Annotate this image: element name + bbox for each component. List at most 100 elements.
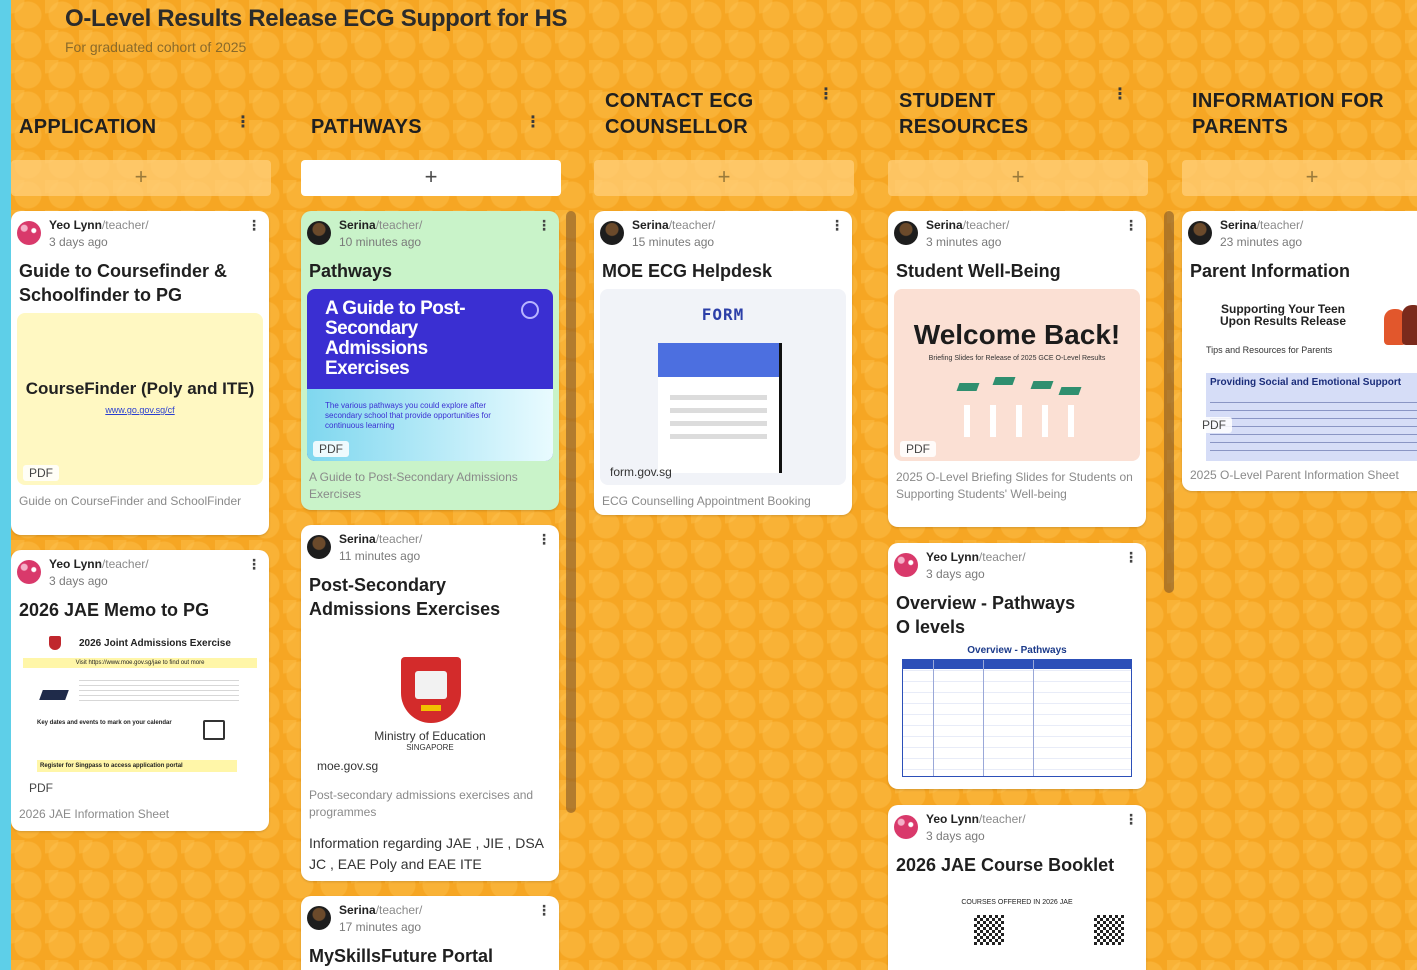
attachment-preview[interactable]: Overview - Pathways — [894, 643, 1140, 783]
add-post-button[interactable]: + — [594, 160, 854, 196]
file-type-badge: PDF — [23, 780, 59, 796]
post-card[interactable]: Serina/teacher/ 17 minutes ago ⋮ MySkill… — [301, 896, 559, 970]
author-role: /teacher/ — [978, 550, 1026, 564]
preview-title: A Guide to Post-Secondary Admissions Exe… — [325, 298, 466, 379]
attachment-preview[interactable]: COURSES OFFERED IN 2026 JAE — [894, 883, 1140, 970]
post-card[interactable]: Yeo Lynn/teacher/ 3 days ago ⋮ 2026 JAE … — [888, 805, 1146, 970]
post-card[interactable]: Serina/teacher/ 15 minutes ago ⋮ MOE ECG… — [594, 211, 852, 515]
card-title: Post-Secondary Admissions Exercises — [309, 575, 501, 619]
card-menu-icon[interactable]: ⋮ — [1124, 217, 1138, 234]
post-card[interactable]: Serina/teacher/ 11 minutes ago ⋮ Post-Se… — [301, 525, 559, 881]
add-post-button[interactable]: + — [888, 160, 1148, 196]
author-name: Serina — [926, 218, 963, 232]
card-menu-icon[interactable]: ⋮ — [537, 217, 551, 234]
attachment-preview[interactable]: 2026 Joint Admissions Exercise Visit htt… — [17, 628, 263, 800]
column-menu-icon[interactable]: ⋮ — [235, 112, 251, 132]
card-menu-icon[interactable]: ⋮ — [830, 217, 844, 234]
preview-subtitle: Briefing Slides for Release of 2025 GCE … — [928, 355, 1106, 362]
card-header: Serina/teacher/ 11 minutes ago ⋮ — [301, 525, 559, 569]
card-menu-icon[interactable]: ⋮ — [537, 902, 551, 919]
card-menu-icon[interactable]: ⋮ — [1124, 549, 1138, 566]
author-name: Yeo Lynn — [926, 812, 979, 826]
form-logo: FORM — [701, 305, 745, 324]
avatar — [894, 221, 918, 245]
column-menu-icon[interactable]: ⋮ — [1112, 84, 1128, 104]
preview-subtitle: The various pathways you could explore a… — [325, 401, 491, 430]
add-post-button[interactable]: + — [11, 160, 271, 196]
card-body-text: Information regarding JAE , JIE , DSA JC… — [309, 835, 544, 872]
author-role: /teacher/ — [375, 532, 423, 546]
column-menu-icon[interactable]: ⋮ — [818, 84, 834, 104]
attachment-preview[interactable]: A Guide to Post-Secondary Admissions Exe… — [307, 289, 553, 461]
author-line: Yeo Lynn/teacher/ — [926, 812, 1026, 826]
preview-org: Ministry of Education — [374, 729, 486, 743]
author-line: Serina/teacher/ — [1220, 218, 1303, 232]
author-line: Yeo Lynn/teacher/ — [49, 218, 149, 232]
preview-title: Supporting Your Teen Upon Results Releas… — [1219, 302, 1347, 328]
post-card[interactable]: Yeo Lynn/teacher/ 3 days ago ⋮ 2026 JAE … — [11, 550, 269, 831]
author-line: Serina/teacher/ — [339, 532, 422, 546]
link-preview[interactable]: Ministry of Education SINGAPORE moe.gov.… — [307, 627, 553, 779]
post-card[interactable]: Yeo Lynn/teacher/ 3 days ago ⋮ Guide to … — [11, 211, 269, 535]
post-card[interactable]: Serina/teacher/ 10 minutes ago ⋮ Pathway… — [301, 211, 559, 510]
link-domain: moe.gov.sg — [317, 759, 379, 773]
attachment-preview[interactable]: Supporting Your Teen Upon Results Releas… — [1188, 289, 1417, 461]
preview-link: www.go.gov.sg/cf — [105, 405, 175, 415]
avatar — [17, 221, 41, 245]
column-scrollbar[interactable] — [566, 211, 576, 813]
author-role: /teacher/ — [101, 557, 149, 571]
column-header: APPLICATION ⋮ — [11, 84, 269, 140]
column-menu-icon[interactable]: ⋮ — [525, 112, 541, 132]
preview-title: Overview - Pathways — [967, 645, 1067, 656]
card-header: Serina/teacher/ 10 minutes ago ⋮ — [301, 211, 559, 255]
file-type-badge: PDF — [1196, 417, 1232, 433]
author-line: Serina/teacher/ — [632, 218, 715, 232]
author-role: /teacher/ — [101, 218, 149, 232]
preview-register: Register for Singpass to access applicat… — [37, 760, 237, 772]
post-card[interactable]: Yeo Lynn/teacher/ 3 days ago ⋮ Overview … — [888, 543, 1146, 789]
card-description: A Guide to Post-Secondary Admissions Exe… — [309, 470, 518, 501]
text-block — [79, 676, 239, 704]
card-title: 2026 JAE Memo to PG — [19, 600, 210, 620]
attachment-preview[interactable]: Welcome Back! Briefing Slides for Releas… — [894, 289, 1140, 461]
link-preview[interactable]: FORM form.gov.sg — [600, 289, 846, 485]
author-name: Serina — [1220, 218, 1257, 232]
author-name: Yeo Lynn — [49, 218, 102, 232]
column-contact-ecg-counsellor: CONTACT ECG COUNSELLOR ⋮ + Serina/teache… — [594, 0, 854, 970]
card-menu-icon[interactable]: ⋮ — [537, 531, 551, 548]
support-section: Providing Social and Emotional Support — [1206, 373, 1417, 461]
author-name: Yeo Lynn — [926, 550, 979, 564]
preview-section-title: Providing Social and Emotional Support — [1210, 377, 1402, 388]
column-header: INFORMATION FOR PARENTS ⋮ — [1182, 84, 1417, 140]
avatar — [307, 535, 331, 559]
preview-title: COURSES OFFERED IN 2026 JAE — [961, 899, 1073, 906]
column-title: INFORMATION FOR PARENTS — [1192, 90, 1384, 138]
avatar — [894, 553, 918, 577]
calendar-icon — [203, 720, 225, 740]
post-time: 11 minutes ago — [339, 549, 421, 563]
column-scrollbar[interactable] — [1164, 211, 1174, 593]
padlet-board: O-Level Results Release ECG Support for … — [11, 0, 1417, 970]
card-menu-icon[interactable]: ⋮ — [1124, 811, 1138, 828]
card-menu-icon[interactable]: ⋮ — [247, 556, 261, 573]
column-title: PATHWAYS — [311, 116, 422, 138]
preview-title: Welcome Back! — [913, 319, 1121, 350]
add-post-button[interactable]: + — [1182, 160, 1417, 196]
card-header: Serina/teacher/ 15 minutes ago ⋮ — [594, 211, 852, 255]
card-description: Guide on CourseFinder and SchoolFinder — [19, 494, 242, 508]
post-time: 3 days ago — [49, 574, 108, 588]
column-header: STUDENT RESOURCES ⋮ — [888, 84, 1146, 140]
card-menu-icon[interactable]: ⋮ — [247, 217, 261, 234]
attachment-preview[interactable]: CourseFinder (Poly and ITE) www.go.gov.s… — [17, 313, 263, 485]
add-post-button[interactable]: + — [301, 160, 561, 196]
post-card[interactable]: Serina/teacher/ 23 minutes ago Parent In… — [1182, 211, 1417, 491]
author-name: Serina — [632, 218, 669, 232]
author-role: /teacher/ — [1256, 218, 1304, 232]
graduation-cap-icon — [39, 690, 69, 700]
post-time: 17 minutes ago — [339, 920, 422, 934]
card-header: Yeo Lynn/teacher/ 3 days ago ⋮ — [888, 805, 1146, 849]
column-header: PATHWAYS ⋮ — [301, 84, 559, 140]
form-document-graphic — [658, 343, 782, 473]
post-card[interactable]: Serina/teacher/ 3 minutes ago ⋮ Student … — [888, 211, 1146, 527]
column-application: APPLICATION ⋮ + Yeo Lynn/teacher/ 3 days… — [11, 0, 271, 970]
